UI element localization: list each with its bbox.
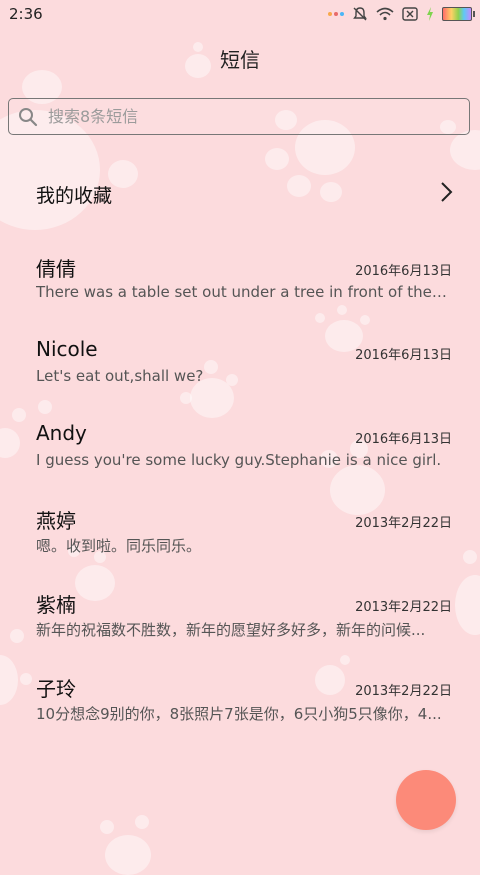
message-item[interactable]: 倩倩 2016年6月13日 There was a table set out …	[0, 253, 480, 337]
notification-dots-icon	[328, 12, 344, 16]
status-bar: 2:36	[0, 0, 480, 28]
message-sender: Andy	[36, 421, 87, 445]
message-date: 2013年2月22日	[355, 684, 452, 699]
message-preview: There was a table set out under a tree i…	[36, 283, 450, 301]
message-sender: 子玲	[36, 677, 76, 701]
search-input[interactable]	[46, 106, 430, 127]
message-sender: 紫楠	[36, 593, 76, 617]
message-date: 2016年6月13日	[355, 432, 452, 447]
search-icon	[19, 107, 38, 126]
favorites-row[interactable]: 我的收藏	[0, 160, 480, 224]
no-sim-icon	[402, 7, 418, 21]
search-bar[interactable]	[8, 98, 470, 135]
message-date: 2013年2月22日	[355, 600, 452, 615]
message-preview: 新年的祝福数不胜数，新年的愿望好多好多，新年的问候...	[36, 621, 426, 639]
message-date: 2013年2月22日	[355, 516, 452, 531]
message-preview: 10分想念9别的你，8张照片7张是你，6只小狗5只像你，4...	[36, 705, 442, 723]
favorites-label: 我的收藏	[36, 185, 113, 207]
message-item[interactable]: 子玲 2013年2月22日 10分想念9别的你，8张照片7张是你，6只小狗5只像…	[0, 673, 480, 757]
message-preview: 嗯。收到啦。同乐同乐。	[36, 537, 202, 555]
message-item[interactable]: Nicole 2016年6月13日 Let's eat out,shall we…	[0, 337, 480, 421]
mute-bell-icon	[353, 7, 367, 21]
message-sender: 倩倩	[36, 257, 76, 281]
page-title: 短信	[220, 48, 260, 72]
battery-icon	[442, 7, 475, 21]
charging-icon	[427, 7, 433, 21]
chevron-right-icon[interactable]	[440, 181, 454, 203]
message-item[interactable]: Andy 2016年6月13日 I guess you're some luck…	[0, 421, 480, 505]
wifi-icon	[376, 7, 394, 21]
message-sender: 燕婷	[36, 509, 76, 533]
new-message-button[interactable]	[396, 770, 456, 830]
message-date: 2016年6月13日	[355, 348, 452, 363]
message-preview: Let's eat out,shall we?	[36, 367, 204, 385]
message-item[interactable]: 紫楠 2013年2月22日 新年的祝福数不胜数，新年的愿望好多好多，新年的问候.…	[0, 589, 480, 673]
message-preview: I guess you're some lucky guy.Stephanie …	[36, 451, 442, 469]
message-date: 2016年6月13日	[355, 264, 452, 279]
message-item[interactable]: 燕婷 2013年2月22日 嗯。收到啦。同乐同乐。	[0, 505, 480, 589]
message-sender: Nicole	[36, 337, 98, 361]
status-icons	[328, 5, 475, 23]
status-time: 2:36	[9, 5, 43, 23]
